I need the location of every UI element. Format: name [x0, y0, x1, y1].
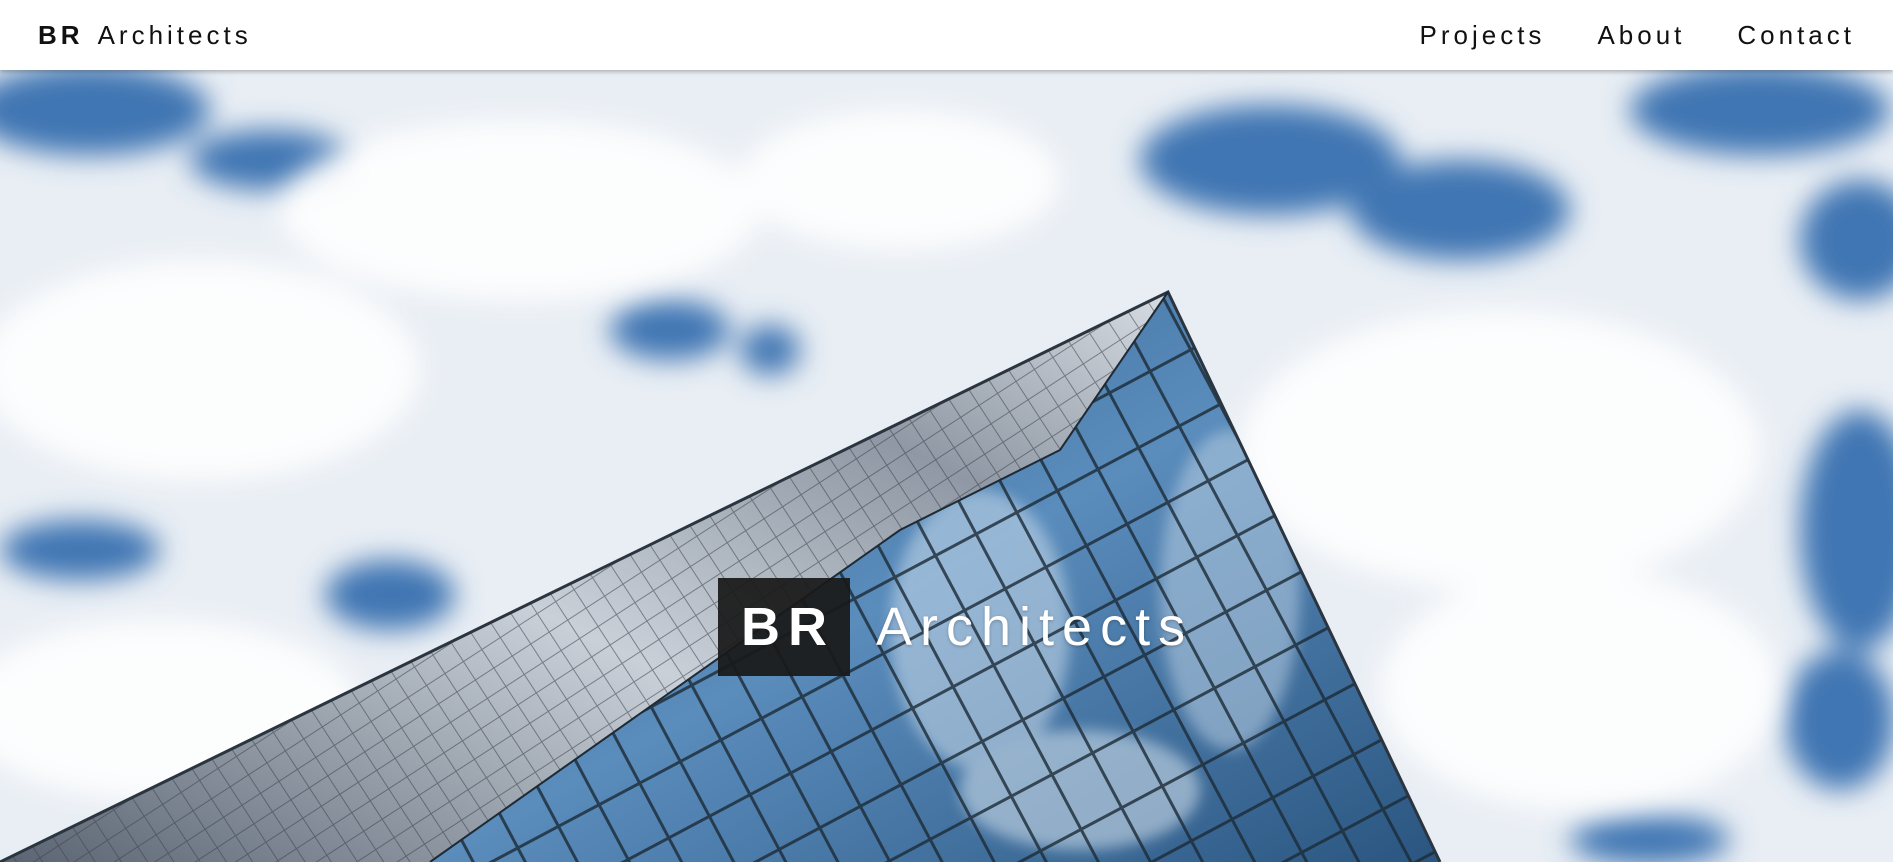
nav-link-about[interactable]: About: [1597, 20, 1685, 51]
hero-background-image: [0, 70, 1893, 862]
main-nav: Projects About Contact: [1368, 20, 1855, 51]
brand-logo-link[interactable]: BR Architects: [38, 20, 252, 51]
brand-name: Architects: [97, 19, 252, 50]
hero-title: BR Architects: [718, 578, 1193, 676]
top-navbar: BR Architects Projects About Contact: [0, 0, 1893, 70]
nav-link-projects[interactable]: Projects: [1420, 20, 1546, 51]
hero-title-text: Architects: [876, 597, 1194, 657]
hero-title-box: BR: [718, 578, 850, 676]
brand-initials: BR: [38, 19, 84, 50]
hero-section: BR Architects: [0, 70, 1893, 862]
nav-link-contact[interactable]: Contact: [1737, 20, 1855, 51]
